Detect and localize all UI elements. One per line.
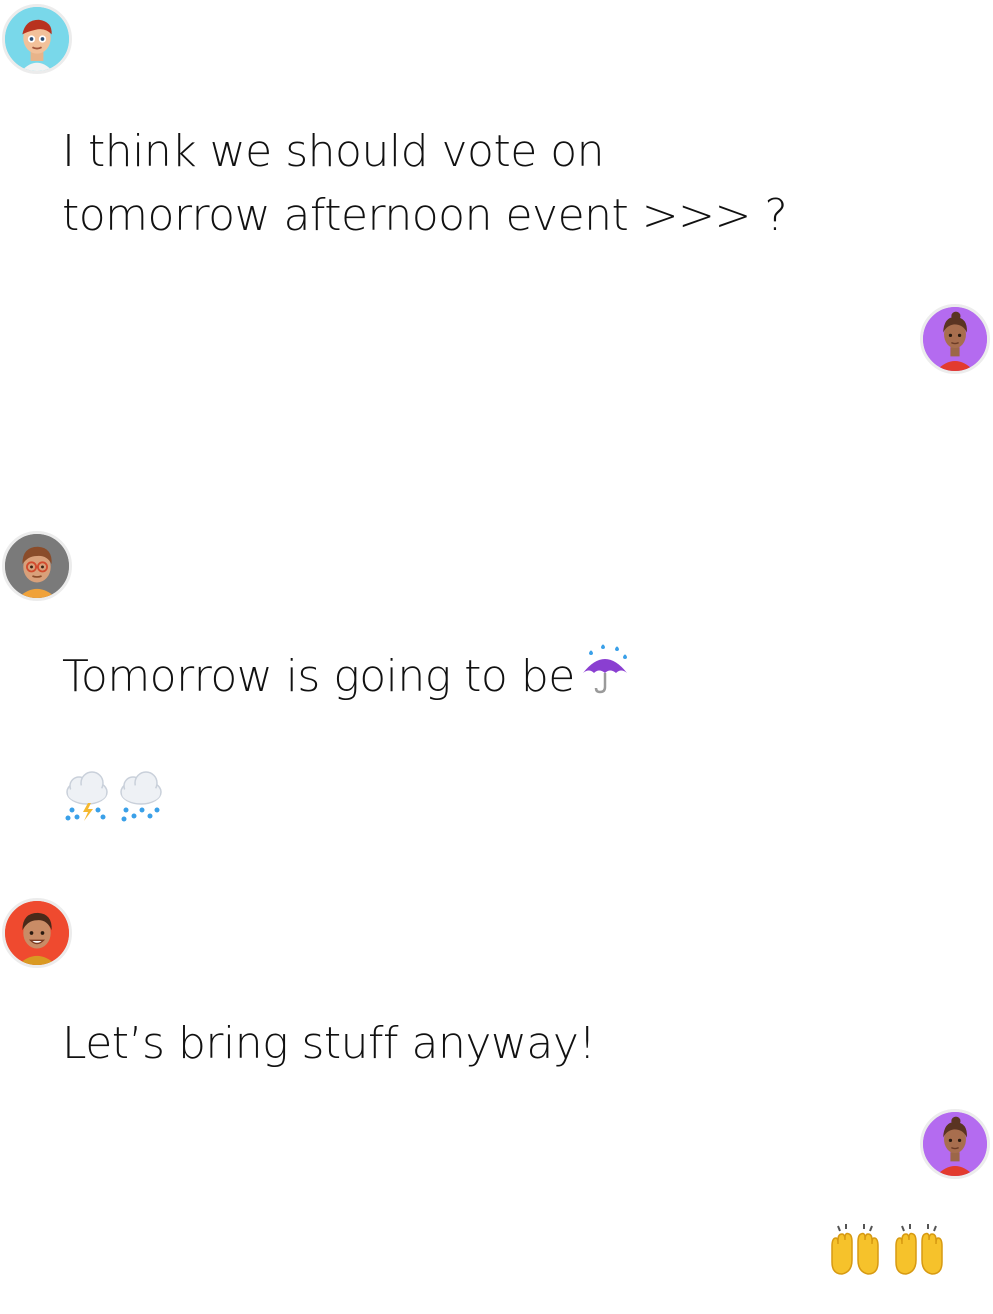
- message-line: tomorrow afternoon event >>> ?: [62, 190, 788, 241]
- emoji-row: [828, 1222, 946, 1278]
- avatar-user-2[interactable]: [920, 1109, 990, 1179]
- boy-smiling-avatar-icon: [5, 901, 69, 965]
- avatar-user-2[interactable]: [920, 304, 990, 374]
- emoji-row: [62, 770, 166, 824]
- cloud-lightning-rain-icon: [62, 770, 112, 824]
- girl-avatar-icon: [923, 1112, 987, 1176]
- message-line: Let’s bring stuff anyway!: [62, 1018, 596, 1069]
- message-text: Let’s bring stuff anyway!: [62, 1012, 596, 1076]
- umbrella-with-rain-icon: [579, 643, 631, 695]
- raising-hands-icon: [828, 1222, 882, 1278]
- message-text: I think we should vote on tomorrow after…: [62, 120, 788, 248]
- message-text: Tomorrow is going to be: [62, 643, 631, 709]
- message-line: Tomorrow is going to be: [62, 651, 575, 702]
- avatar-user-1[interactable]: [2, 4, 72, 74]
- avatar-user-4[interactable]: [2, 898, 72, 968]
- boy-avatar-icon: [5, 7, 69, 71]
- girl-avatar-icon: [923, 307, 987, 371]
- cloud-rain-icon: [116, 770, 166, 824]
- man-glasses-avatar-icon: [5, 534, 69, 598]
- raising-hands-icon: [892, 1222, 946, 1278]
- message-line: I think we should vote on: [62, 126, 605, 177]
- avatar-user-3[interactable]: [2, 531, 72, 601]
